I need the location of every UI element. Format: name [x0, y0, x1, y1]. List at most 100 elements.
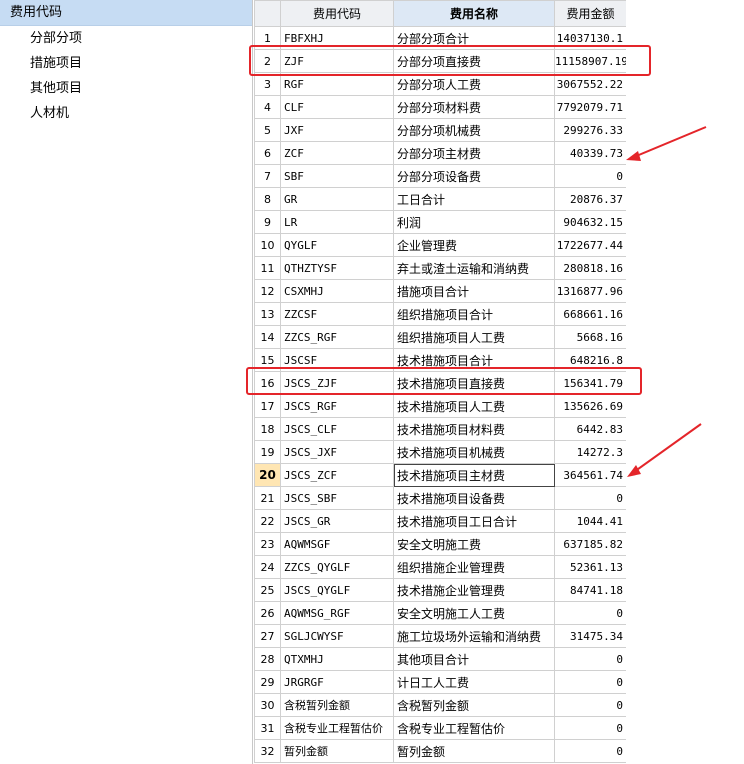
table-row[interactable]: 30 含税暂列金额 含税暂列金额 0: [254, 693, 626, 717]
fee-code-cell[interactable]: JSCS_SBF: [280, 486, 394, 510]
fee-code-cell[interactable]: RGF: [280, 72, 394, 96]
table-row[interactable]: 5 JXF 分部分项机械费 299276.33: [254, 118, 626, 142]
fee-amount-cell[interactable]: 0: [554, 647, 626, 671]
table-row[interactable]: 3 RGF 分部分项人工费 3067552.22: [254, 72, 626, 96]
fee-name-cell[interactable]: 安全文明施工人工费: [393, 601, 555, 625]
fee-name-cell[interactable]: 技术措施项目工日合计: [393, 509, 555, 533]
row-index-cell[interactable]: 28: [254, 647, 281, 671]
row-index-cell[interactable]: 8: [254, 187, 281, 211]
fee-code-cell[interactable]: SBF: [280, 164, 394, 188]
fee-name-cell[interactable]: 技术措施项目机械费: [393, 440, 555, 464]
table-row[interactable]: 10 QYGLF 企业管理费 1722677.44: [254, 233, 626, 257]
row-index-cell[interactable]: 16: [254, 371, 281, 395]
fee-amount-cell[interactable]: 0: [554, 670, 626, 694]
fee-amount-cell[interactable]: 7792079.71: [554, 95, 626, 119]
fee-amount-cell[interactable]: 3067552.22: [554, 72, 626, 96]
row-index-cell[interactable]: 12: [254, 279, 281, 303]
table-row[interactable]: 13 ZZCSF 组织措施项目合计 668661.16: [254, 302, 626, 326]
fee-code-cell[interactable]: 含税专业工程暂估价: [280, 716, 394, 740]
fee-name-cell[interactable]: 分部分项材料费: [393, 95, 555, 119]
fee-amount-cell[interactable]: 637185.82: [554, 532, 626, 556]
fee-amount-cell[interactable]: 52361.13: [554, 555, 626, 579]
fee-name-cell[interactable]: 工日合计: [393, 187, 555, 211]
sidebar-item-qtxm[interactable]: 其他项目: [0, 76, 252, 101]
row-index-cell[interactable]: 30: [254, 693, 281, 717]
fee-name-cell[interactable]: 利润: [393, 210, 555, 234]
row-index-cell[interactable]: 18: [254, 417, 281, 441]
fee-name-cell[interactable]: 组织措施项目人工费: [393, 325, 555, 349]
fee-name-cell[interactable]: 分部分项合计: [393, 26, 555, 50]
fee-code-cell[interactable]: JSCS_CLF: [280, 417, 394, 441]
table-row[interactable]: 14 ZZCS_RGF 组织措施项目人工费 5668.16: [254, 325, 626, 349]
fee-code-cell[interactable]: QYGLF: [280, 233, 394, 257]
row-index-cell[interactable]: 4: [254, 95, 281, 119]
table-row[interactable]: 23 AQWMSGF 安全文明施工费 637185.82: [254, 532, 626, 556]
row-index-cell[interactable]: 2: [254, 49, 281, 73]
fee-amount-cell[interactable]: 299276.33: [554, 118, 626, 142]
fee-amount-cell[interactable]: 904632.15: [554, 210, 626, 234]
fee-amount-cell[interactable]: 364561.74: [554, 463, 626, 487]
table-row[interactable]: 21 JSCS_SBF 技术措施项目设备费 0: [254, 486, 626, 510]
table-row[interactable]: 19 JSCS_JXF 技术措施项目机械费 14272.3: [254, 440, 626, 464]
row-index-cell[interactable]: 22: [254, 509, 281, 533]
table-row[interactable]: 27 SGLJCWYSF 施工垃圾场外运输和消纳费 31475.34: [254, 624, 626, 648]
fee-name-cell[interactable]: 弃土或渣土运输和消纳费: [393, 256, 555, 280]
fee-code-cell[interactable]: JSCS_QYGLF: [280, 578, 394, 602]
fee-amount-cell[interactable]: 40339.73: [554, 141, 626, 165]
fee-amount-cell[interactable]: 135626.69: [554, 394, 626, 418]
table-row[interactable]: 4 CLF 分部分项材料费 7792079.71: [254, 95, 626, 119]
fee-name-cell[interactable]: 技术措施项目人工费: [393, 394, 555, 418]
row-index-cell[interactable]: 5: [254, 118, 281, 142]
fee-code-cell[interactable]: SGLJCWYSF: [280, 624, 394, 648]
fee-name-cell[interactable]: 施工垃圾场外运输和消纳费: [393, 624, 555, 648]
fee-name-cell[interactable]: 分部分项直接费: [393, 49, 555, 73]
fee-name-cell[interactable]: 组织措施企业管理费: [393, 555, 555, 579]
fee-name-cell[interactable]: 暂列金额: [393, 739, 555, 763]
fee-amount-cell[interactable]: 648216.8: [554, 348, 626, 372]
fee-amount-cell[interactable]: 1316877.96: [554, 279, 626, 303]
fee-name-cell[interactable]: 分部分项设备费: [393, 164, 555, 188]
table-row[interactable]: 29 JRGRGF 计日工人工费 0: [254, 670, 626, 694]
fee-amount-cell[interactable]: 0: [554, 693, 626, 717]
fee-code-cell[interactable]: CSXMHJ: [280, 279, 394, 303]
fee-code-cell[interactable]: JSCSF: [280, 348, 394, 372]
table-row[interactable]: 24 ZZCS_QYGLF 组织措施企业管理费 52361.13: [254, 555, 626, 579]
fee-name-cell[interactable]: 组织措施项目合计: [393, 302, 555, 326]
fee-name-cell[interactable]: 安全文明施工费: [393, 532, 555, 556]
fee-amount-cell[interactable]: 6442.83: [554, 417, 626, 441]
table-row[interactable]: 1 FBFXHJ 分部分项合计 14037130.1: [254, 26, 626, 50]
table-row[interactable]: 18 JSCS_CLF 技术措施项目材料费 6442.83: [254, 417, 626, 441]
row-index-cell[interactable]: 32: [254, 739, 281, 763]
table-row[interactable]: 15 JSCSF 技术措施项目合计 648216.8: [254, 348, 626, 372]
row-index-cell[interactable]: 31: [254, 716, 281, 740]
row-index-cell[interactable]: 19: [254, 440, 281, 464]
fee-name-cell[interactable]: 其他项目合计: [393, 647, 555, 671]
row-index-cell[interactable]: 17: [254, 394, 281, 418]
sidebar-item-fbfx[interactable]: 分部分项: [0, 26, 252, 51]
fee-code-cell[interactable]: ZZCS_QYGLF: [280, 555, 394, 579]
fee-code-cell[interactable]: JSCS_GR: [280, 509, 394, 533]
column-header-name[interactable]: 费用名称: [393, 0, 555, 27]
fee-amount-cell[interactable]: 14037130.1: [554, 26, 626, 50]
sidebar-title[interactable]: 费用代码: [0, 0, 252, 26]
fee-amount-cell[interactable]: 156341.79: [554, 371, 626, 395]
fee-amount-cell[interactable]: 0: [554, 716, 626, 740]
table-row[interactable]: 9 LR 利润 904632.15: [254, 210, 626, 234]
column-header-code[interactable]: 费用代码: [280, 0, 394, 27]
table-row[interactable]: 17 JSCS_RGF 技术措施项目人工费 135626.69: [254, 394, 626, 418]
table-row[interactable]: 31 含税专业工程暂估价 含税专业工程暂估价 0: [254, 716, 626, 740]
row-index-cell[interactable]: 25: [254, 578, 281, 602]
fee-name-cell[interactable]: 技术措施项目设备费: [393, 486, 555, 510]
column-header-amount[interactable]: 费用金额: [554, 0, 626, 27]
row-index-cell[interactable]: 1: [254, 26, 281, 50]
fee-amount-cell[interactable]: 280818.16: [554, 256, 626, 280]
table-row[interactable]: 2 ZJF 分部分项直接费 11158907.19: [254, 49, 626, 73]
fee-code-cell[interactable]: ZZCS_RGF: [280, 325, 394, 349]
row-index-cell[interactable]: 7: [254, 164, 281, 188]
fee-amount-cell[interactable]: 1044.41: [554, 509, 626, 533]
fee-code-cell[interactable]: JXF: [280, 118, 394, 142]
row-index-cell[interactable]: 3: [254, 72, 281, 96]
fee-name-cell[interactable]: 含税暂列金额: [393, 693, 555, 717]
fee-amount-cell[interactable]: 0: [554, 164, 626, 188]
fee-name-cell[interactable]: 含税专业工程暂估价: [393, 716, 555, 740]
